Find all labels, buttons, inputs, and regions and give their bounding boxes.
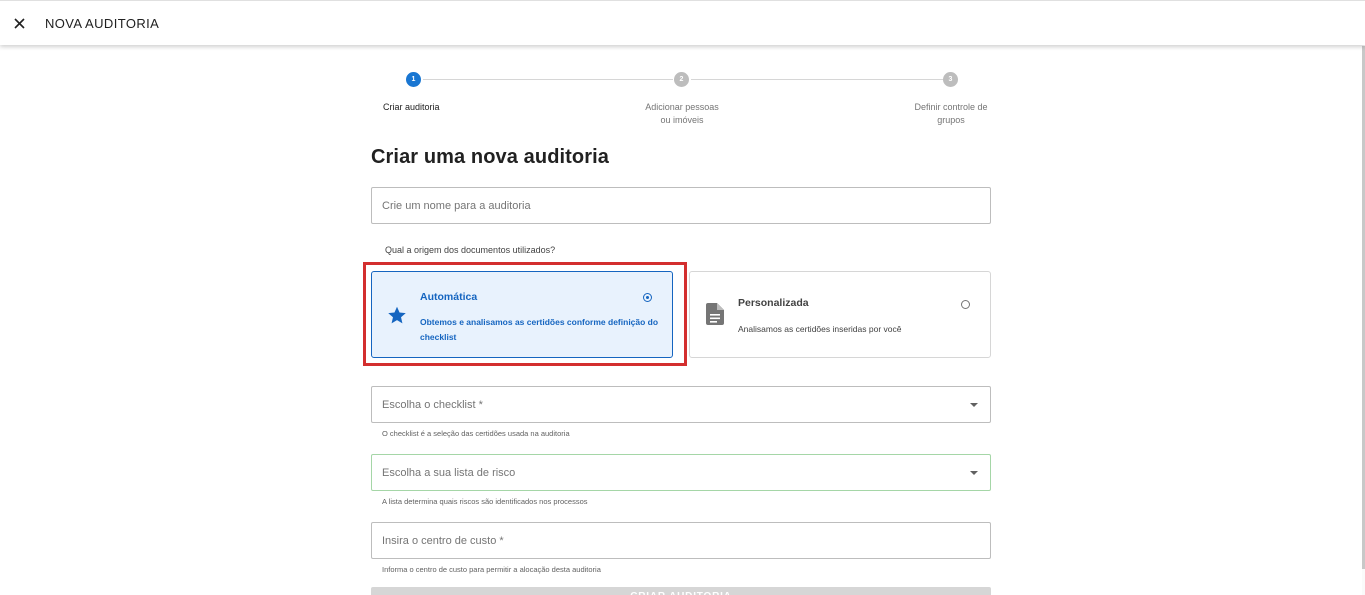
close-icon — [13, 17, 25, 29]
step-2-label: Adicionar pessoas ou imóveis — [622, 101, 742, 127]
step-3-label: Definir controle de grupos — [891, 101, 1011, 127]
option-personalizada-title: Personalizada — [738, 297, 809, 309]
cost-center-field[interactable] — [371, 522, 991, 559]
step-2-label-line2: ou imóveis — [660, 115, 704, 125]
step-2-indicator: 2 — [674, 72, 689, 87]
audit-name-field[interactable] — [371, 187, 991, 224]
checklist-select-label: Escolha o checklist * — [382, 398, 483, 411]
step-3-indicator: 3 — [943, 72, 958, 87]
document-icon — [706, 303, 724, 325]
risk-list-select[interactable]: Escolha a sua lista de risco — [371, 454, 991, 491]
step-connector — [691, 79, 943, 80]
cost-center-helper-text: Informa o centro de custo para permitir … — [382, 565, 601, 574]
option-automatica-card[interactable]: Automática Obtemos e analisamos as certi… — [371, 271, 673, 358]
cost-center-input[interactable] — [382, 534, 990, 547]
create-audit-button[interactable]: CRIAR AUDITORIA — [371, 587, 991, 595]
step-2-label-line1: Adicionar pessoas — [645, 102, 719, 112]
step-connector — [423, 79, 673, 80]
option-automatica-title: Automática — [420, 291, 478, 303]
chevron-down-icon — [970, 471, 978, 475]
chevron-down-icon — [970, 403, 978, 407]
option-automatica-description: Obtemos e analisamos as certidões confor… — [420, 317, 659, 342]
risk-list-select-label: Escolha a sua lista de risco — [382, 466, 516, 479]
stepper: 1 2 3 Criar auditoria Adicionar pessoas … — [371, 70, 991, 130]
close-button[interactable] — [8, 12, 30, 34]
checklist-select[interactable]: Escolha o checklist * — [371, 386, 991, 423]
origin-question-label: Qual a origem dos documentos utilizados? — [385, 245, 556, 255]
checklist-helper-text: O checklist é a seleção das certidões us… — [382, 429, 570, 438]
option-personalizada-description: Analisamos as certidões inseridas por vo… — [738, 324, 902, 334]
top-bar: NOVA AUDITORIA — [0, 0, 1365, 45]
risk-list-helper-text: A lista determina quais riscos são ident… — [382, 497, 588, 506]
option-personalizada-card[interactable]: Personalizada Analisamos as certidões in… — [689, 271, 991, 358]
step-3-label-line1: Definir controle de — [914, 102, 988, 112]
audit-name-input[interactable] — [382, 199, 990, 212]
star-icon — [388, 306, 406, 324]
step-1-indicator: 1 — [406, 72, 421, 87]
page-header-title: NOVA AUDITORIA — [45, 15, 160, 31]
step-3-label-line2: grupos — [937, 115, 965, 125]
option-automatica-radio[interactable] — [643, 293, 652, 302]
option-personalizada-radio[interactable] — [961, 300, 970, 309]
step-1-label: Criar auditoria — [383, 102, 440, 112]
page-title: Criar uma nova auditoria — [371, 146, 610, 168]
